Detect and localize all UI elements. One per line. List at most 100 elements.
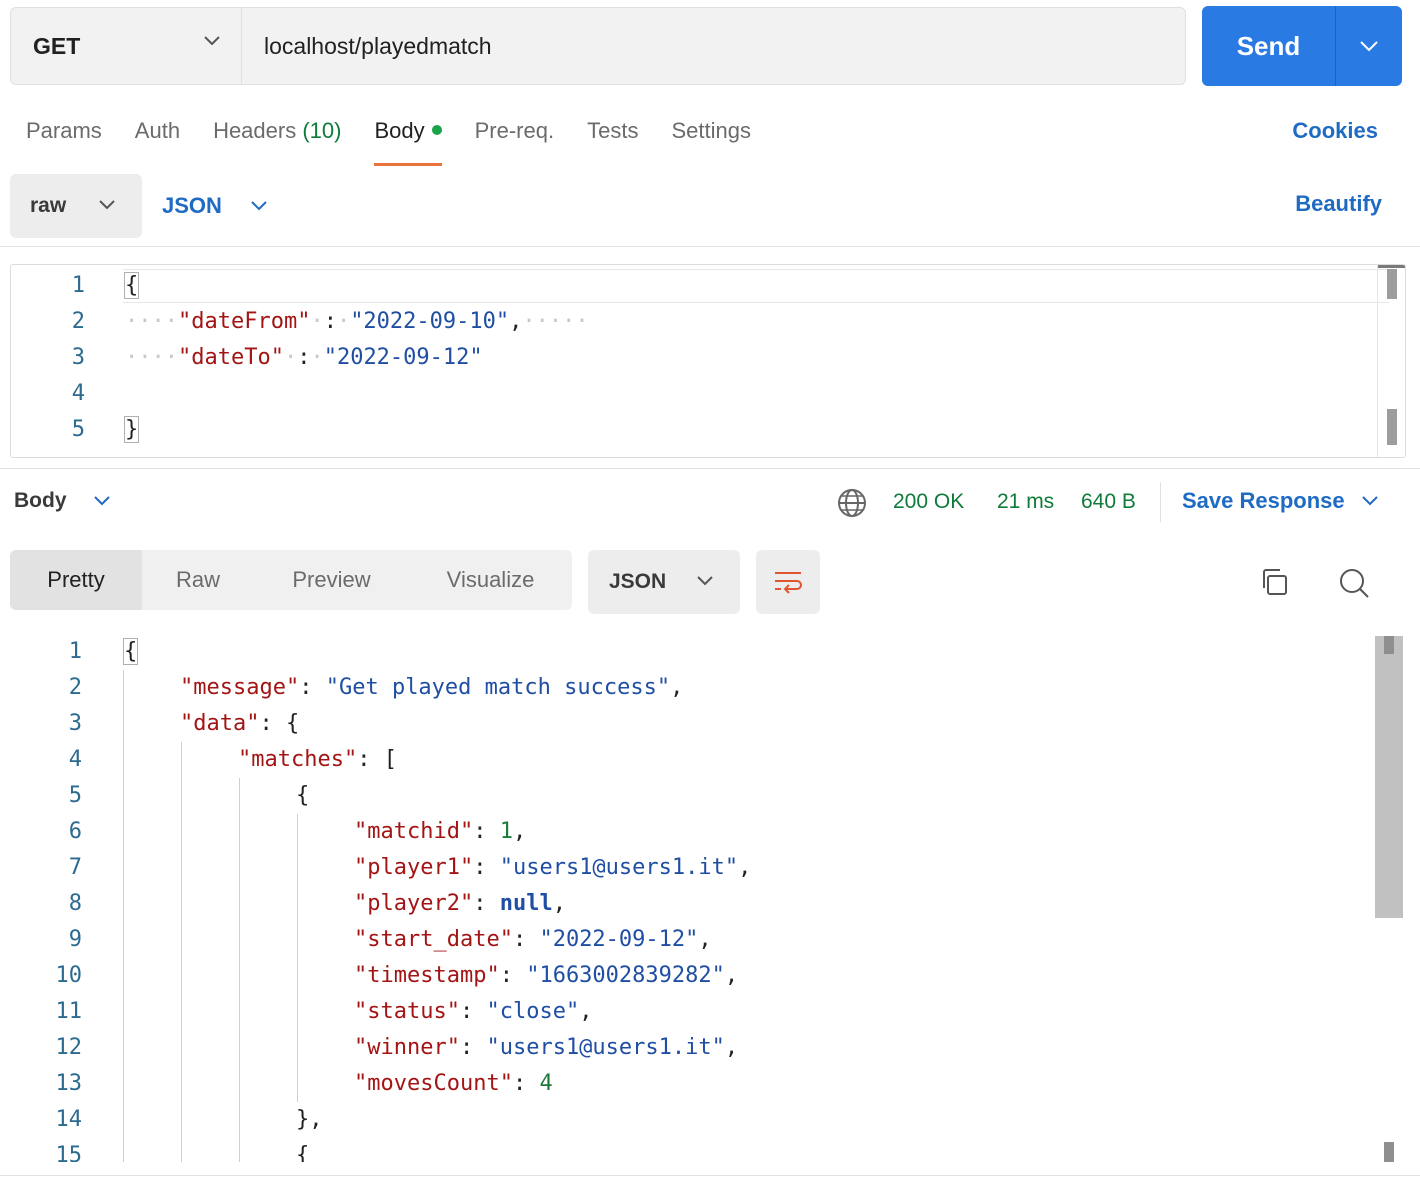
code-line: { (122, 638, 139, 665)
indent-guide (123, 670, 124, 1162)
code-line: ····"dateTo"·:·"2022-09-12" (125, 345, 483, 370)
json-value: 4 (539, 1071, 553, 1096)
scrollbar-up (1384, 636, 1394, 654)
body-mode-select[interactable]: raw (10, 174, 142, 238)
scrollbar-thumb-end (1387, 409, 1397, 445)
line-number: 5 (71, 417, 85, 442)
indent-guide (181, 742, 182, 1162)
json-key: "message" (180, 675, 300, 700)
code-line: "movesCount": 4 (354, 1071, 553, 1096)
wrap-lines-icon (775, 572, 802, 594)
cookies-link[interactable]: Cookies (1292, 118, 1378, 144)
indent-guide (239, 778, 240, 1162)
chevron-down-icon (99, 200, 115, 210)
method-select[interactable]: GET (11, 8, 242, 84)
line-number: 9 (68, 927, 82, 952)
line-number: 7 (68, 855, 82, 880)
code-line: ····"dateFrom"·:·"2022-09-10",····· (125, 309, 589, 334)
scrollbar-thumb (1387, 269, 1397, 299)
tab-tests[interactable]: Tests (587, 118, 638, 166)
tab-label: Headers (213, 118, 297, 143)
view-preview[interactable]: Preview (254, 550, 409, 610)
current-line-highlight (123, 269, 1389, 303)
save-response-label: Save Response (1182, 488, 1345, 513)
response-scrollbar[interactable] (1374, 634, 1403, 1162)
request-tabs: Params Auth Headers (10) Body Pre-req. T… (26, 118, 784, 168)
save-response-button[interactable]: Save Response (1182, 488, 1379, 514)
json-value: "1663002839282" (526, 963, 725, 988)
copy-icon[interactable] (1258, 566, 1290, 598)
close-brace: } (123, 416, 140, 443)
code-line: } (123, 412, 140, 448)
view-pretty[interactable]: Pretty (10, 550, 142, 610)
body-indicator-dot (431, 125, 442, 135)
line-number: 10 (55, 963, 83, 988)
request-body-editor[interactable]: 1 2 3 4 5 { ····"dateFrom"·:·"2022-09-10… (10, 264, 1406, 458)
url-input[interactable]: localhost/playedmatch (242, 8, 1185, 84)
scrollbar-down (1384, 1142, 1394, 1162)
open-brace: { (123, 272, 140, 299)
tab-body[interactable]: Body (374, 118, 442, 166)
divider (0, 468, 1420, 469)
scrollbar-thumb[interactable] (1375, 636, 1403, 918)
view-visualize[interactable]: Visualize (409, 550, 572, 610)
globe-icon[interactable] (836, 487, 868, 519)
tab-headers[interactable]: Headers (10) (213, 118, 341, 166)
chevron-down-icon (251, 201, 267, 211)
line-number: 2 (68, 675, 82, 700)
json-value: "2022-09-10" (350, 309, 510, 334)
json-key: "winner" (354, 1035, 460, 1060)
line-number: 14 (55, 1107, 83, 1132)
line-number: 6 (68, 819, 82, 844)
chevron-down-icon (93, 496, 110, 506)
json-key: "start_date" (354, 927, 513, 952)
response-format-select[interactable]: JSON (588, 550, 740, 614)
tab-params[interactable]: Params (26, 118, 102, 166)
line-number: 11 (55, 999, 83, 1024)
code-line: "player2": null, (354, 891, 566, 916)
json-value: "Get played match success" (325, 675, 671, 700)
search-icon[interactable] (1337, 566, 1371, 600)
json-key: "matchid" (354, 819, 474, 844)
code-line: "player1": "users1@users1.it", (354, 855, 752, 880)
body-mode-label: raw (30, 194, 67, 217)
send-options-button[interactable] (1336, 6, 1402, 86)
chevron-down-icon (204, 36, 220, 46)
status-code[interactable]: 200 OK (893, 490, 964, 514)
method-label: GET (33, 32, 81, 59)
tab-pre-request[interactable]: Pre-req. (475, 118, 554, 166)
beautify-link[interactable]: Beautify (1295, 191, 1382, 217)
send-button[interactable]: Send (1202, 6, 1336, 86)
line-number: 1 (68, 639, 82, 664)
code-line: "message": "Get played match success", (180, 675, 684, 700)
response-body-viewer[interactable]: 1 2 3 4 5 6 7 8 9 10 11 12 13 14 15 { "m… (0, 634, 1404, 1162)
url-text: localhost/playedmatch (264, 32, 492, 59)
response-section-select[interactable]: Body (14, 489, 111, 513)
line-number: 3 (68, 711, 82, 736)
response-view-toggle: Pretty Raw Preview Visualize (10, 550, 572, 610)
body-language-select[interactable]: JSON (162, 174, 268, 238)
code-line: "status": "close", (354, 999, 593, 1024)
view-raw[interactable]: Raw (142, 550, 254, 610)
json-key: "player2" (354, 891, 474, 916)
line-number: 1 (71, 273, 85, 298)
json-key: "status" (354, 999, 460, 1024)
wrap-lines-button[interactable] (756, 550, 820, 614)
tab-label: Settings (671, 118, 751, 143)
body-language-label: JSON (162, 193, 222, 218)
tab-label: Params (26, 118, 102, 143)
tab-settings[interactable]: Settings (671, 118, 751, 166)
tab-label: Body (374, 118, 425, 143)
response-size[interactable]: 640 B (1081, 490, 1136, 514)
json-value: 1 (499, 819, 513, 844)
code-line: "data": { (180, 711, 300, 736)
url-bar: GET localhost/playedmatch (10, 7, 1186, 85)
response-section-label: Body (14, 489, 67, 512)
editor-scrollbar[interactable] (1377, 265, 1405, 457)
tab-auth[interactable]: Auth (135, 118, 180, 166)
json-value: "users1@users1.it" (499, 855, 739, 880)
line-number: 8 (68, 891, 82, 916)
json-value: "2022-09-12" (539, 927, 699, 952)
response-time[interactable]: 21 ms (997, 490, 1054, 514)
json-value: null (499, 891, 553, 916)
